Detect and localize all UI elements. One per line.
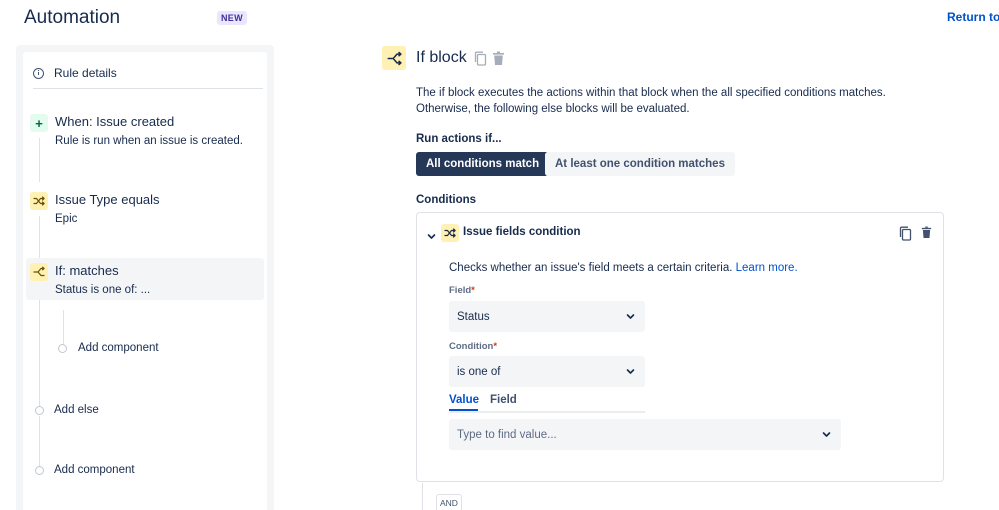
at-least-one-condition-button[interactable]: At least one condition matches (545, 152, 735, 176)
rule-panel: Rule details + When: Issue created Rule … (16, 45, 274, 510)
rule-details-label: Rule details (54, 66, 117, 80)
condition-description-text: Checks whether an issue's field meets a … (449, 262, 733, 274)
field-select-value: Status (457, 310, 490, 323)
chevron-down-icon[interactable] (427, 228, 436, 246)
all-conditions-match-button[interactable]: All conditions match (416, 152, 550, 176)
condition-label: Condition* (449, 341, 497, 352)
branch-icon (382, 46, 406, 70)
and-badge: AND (436, 494, 462, 510)
block-description: The if block executes the actions within… (416, 87, 886, 115)
info-icon (33, 67, 44, 79)
connector-line (422, 483, 423, 510)
chevron-down-icon (822, 430, 831, 442)
learn-more-link[interactable]: Learn more. (736, 262, 798, 274)
nested-timeline-line (63, 310, 64, 345)
if-block-component[interactable]: If: matches Status is one of: ... (26, 258, 264, 300)
add-dot-icon (35, 406, 44, 415)
condition-select[interactable]: is one of (449, 356, 645, 387)
copy-icon[interactable] (899, 226, 912, 246)
page-title: Automation (24, 7, 121, 28)
add-else-button[interactable]: Add else (54, 404, 99, 416)
condition-label-text: Condition (449, 341, 494, 352)
tab-value[interactable]: Value (449, 394, 479, 406)
chevron-down-icon (626, 312, 635, 324)
condition-select-value: is one of (457, 365, 501, 378)
chevron-down-icon (626, 367, 635, 379)
condition-card: Issue fields condition Checks whether an… (416, 212, 944, 482)
field-label: Field* (449, 285, 475, 296)
condition-description: Checks whether an issue's field meets a … (449, 262, 798, 274)
nested-add-component-button[interactable]: Add component (78, 342, 159, 354)
new-badge: NEW (217, 11, 247, 25)
conditions-label: Conditions (416, 194, 477, 206)
component-title: Issue Type equals (55, 192, 160, 207)
value-placeholder: Type to find value... (457, 428, 557, 441)
component-subtitle: Status is one of: ... (55, 284, 151, 296)
component-subtitle: Rule is run when an issue is created. (55, 135, 243, 147)
branch-icon (30, 263, 48, 281)
shuffle-icon (441, 224, 459, 242)
return-link[interactable]: Return to (947, 10, 999, 24)
trash-icon[interactable] (492, 51, 505, 71)
value-search-input[interactable]: Type to find value... (449, 419, 841, 450)
field-label-text: Field (449, 285, 472, 296)
trash-icon[interactable] (921, 226, 932, 244)
timeline-line (39, 294, 40, 411)
value-field-tabs: Value Field (449, 393, 645, 413)
add-dot-icon (58, 344, 67, 353)
trigger-component[interactable]: + When: Issue created Rule is run when a… (30, 114, 264, 148)
rule-details-link[interactable]: Rule details (33, 62, 117, 84)
plus-icon: + (30, 114, 48, 132)
rule-panel-inner: Rule details + When: Issue created Rule … (23, 52, 267, 510)
active-tab-indicator (449, 409, 478, 411)
condition-component[interactable]: Issue Type equals Epic (30, 192, 264, 226)
shuffle-icon (30, 192, 48, 210)
condition-title: Issue fields condition (463, 226, 581, 238)
add-dot-icon (35, 466, 44, 475)
field-select[interactable]: Status (449, 301, 645, 332)
copy-icon[interactable] (474, 51, 487, 71)
divider (33, 88, 263, 89)
tab-field[interactable]: Field (490, 394, 517, 406)
run-actions-label: Run actions if... (416, 133, 502, 145)
timeline-line (39, 416, 40, 471)
component-subtitle: Epic (55, 213, 78, 225)
required-marker: * (471, 285, 475, 296)
block-title: If block (416, 49, 467, 66)
component-title: If: matches (55, 263, 119, 278)
add-component-button[interactable]: Add component (54, 464, 135, 476)
required-marker: * (493, 341, 498, 352)
component-title: When: Issue created (55, 114, 175, 129)
